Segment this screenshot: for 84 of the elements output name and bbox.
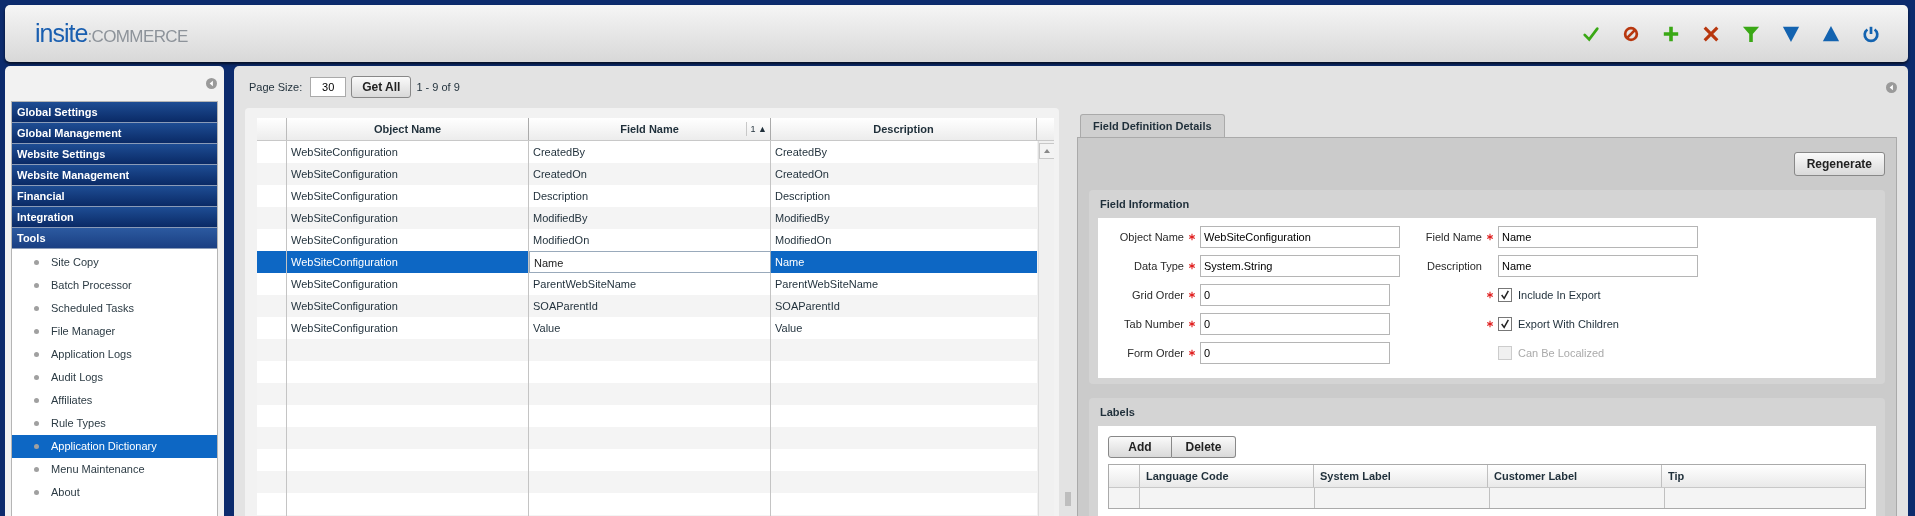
- grid-row[interactable]: WebSiteConfiguration CreatedBy CreatedBy: [257, 141, 1037, 163]
- add-icon[interactable]: [1662, 24, 1680, 43]
- get-all-button[interactable]: Get All: [351, 76, 412, 98]
- grid-row[interactable]: WebSiteConfiguration Description Description: [257, 185, 1037, 207]
- field-label: Tab Number: [1123, 318, 1184, 330]
- column-header[interactable]: Language Code: [1140, 465, 1314, 487]
- column-header[interactable]: Description: [771, 118, 1037, 140]
- input-field[interactable]: 0: [1200, 342, 1390, 364]
- filter-icon[interactable]: [1742, 24, 1760, 43]
- field-label: Description: [1425, 260, 1482, 272]
- menu-item[interactable]: Audit Logs: [12, 366, 217, 389]
- input-field[interactable]: Name: [1498, 226, 1698, 248]
- regenerate-button[interactable]: Regenerate: [1793, 152, 1885, 176]
- field-label: Grid Order: [1131, 289, 1184, 301]
- menu-section[interactable]: Tools: [12, 228, 217, 249]
- toolbar-button[interactable]: Add: [1108, 436, 1172, 458]
- input-field[interactable]: System.String: [1200, 255, 1400, 277]
- menu-item[interactable]: Site Copy: [12, 251, 217, 274]
- table-cell-text: CreatedBy: [774, 145, 828, 160]
- table-cell-text: ModifiedBy: [774, 211, 831, 226]
- collapse-icon[interactable]: [1886, 81, 1897, 93]
- menu-item[interactable]: Application Dictionary: [12, 435, 217, 458]
- grid-row[interactable]: WebSiteConfiguration ParentWebSiteName ParentWebSiteName: [257, 273, 1037, 295]
- scroll-up-icon[interactable]: [1039, 143, 1054, 159]
- checkbox[interactable]: [1498, 317, 1512, 331]
- grid-row[interactable]: WebSiteConfiguration Value Value: [257, 317, 1037, 339]
- column-header[interactable]: System Label: [1314, 465, 1488, 487]
- input-field[interactable]: 0: [1200, 313, 1390, 335]
- panel-title: Field Information: [1099, 197, 1191, 212]
- field-label: Object Name: [1118, 231, 1184, 243]
- page-size-label: Page Size:: [249, 81, 303, 93]
- splitter-grip-icon[interactable]: [1065, 492, 1071, 506]
- panel-title: Labels: [1099, 405, 1136, 420]
- input-field[interactable]: 0: [1200, 284, 1390, 306]
- menu-item[interactable]: Scheduled Tasks: [12, 297, 217, 320]
- menu-item[interactable]: Application Logs: [12, 343, 217, 366]
- menu-section[interactable]: Integration: [12, 207, 217, 228]
- checkbox-label: Include In Export: [1518, 289, 1601, 301]
- column-header[interactable]: Customer Label: [1488, 465, 1662, 487]
- check-icon[interactable]: [1582, 24, 1600, 43]
- menu-item[interactable]: Batch Processor: [12, 274, 217, 297]
- menu-item[interactable]: Rule Types: [12, 412, 217, 435]
- record-range: 1 - 9 of 9: [416, 81, 460, 93]
- table-cell-text: ParentWebSiteName: [774, 277, 880, 292]
- collapse-icon[interactable]: [206, 78, 217, 89]
- grid-row[interactable]: WebSiteConfiguration Name Name: [257, 251, 1037, 273]
- table-cell-text: Name: [774, 255, 806, 270]
- triangle-up-icon[interactable]: [1822, 24, 1840, 43]
- cancel-icon[interactable]: [1622, 24, 1640, 43]
- toolbar-button[interactable]: Delete: [1172, 436, 1236, 458]
- scrollbar[interactable]: [1038, 141, 1054, 516]
- table-cell-text: SOAParentId: [774, 299, 841, 314]
- table-cell-text: Value: [774, 321, 804, 336]
- input-field[interactable]: Name: [1498, 255, 1698, 277]
- page-size-field[interactable]: 30: [310, 77, 347, 97]
- field-label: Form Order: [1126, 347, 1184, 359]
- menu-item[interactable]: Affiliates: [12, 389, 217, 412]
- table-cell-text: CreatedOn: [774, 167, 830, 182]
- menu-item[interactable]: File Manager: [12, 320, 217, 343]
- menu-section[interactable]: Global Settings: [12, 102, 217, 123]
- menu-section[interactable]: Financial: [12, 186, 217, 207]
- column-header[interactable]: Tip: [1662, 465, 1865, 487]
- column-header[interactable]: Object Name: [287, 118, 529, 140]
- checkbox-label: Can Be Localized: [1518, 347, 1605, 359]
- table-cell-text: ModifiedOn: [774, 233, 833, 248]
- field-label: Field Name: [1424, 231, 1482, 243]
- delete-icon[interactable]: [1702, 24, 1720, 43]
- menu-item[interactable]: About: [12, 481, 217, 504]
- power-icon[interactable]: [1862, 24, 1880, 43]
- checkbox[interactable]: [1498, 288, 1512, 302]
- menu-item[interactable]: Menu Maintenance: [12, 458, 217, 481]
- table-cell: Name: [529, 251, 771, 273]
- menu-section[interactable]: Website Settings: [12, 144, 217, 165]
- input-field[interactable]: WebSiteConfiguration: [1200, 226, 1400, 248]
- table-cell-text: Description: [774, 189, 832, 204]
- column-header[interactable]: Field Name 1 ▲: [529, 118, 771, 140]
- field-label: Data Type: [1133, 260, 1184, 272]
- menu-section[interactable]: Global Management: [12, 123, 217, 144]
- tab[interactable]: Field Definition Details: [1080, 114, 1225, 137]
- menu-section[interactable]: Website Management: [12, 165, 217, 186]
- checkbox-label: Export With Children: [1518, 318, 1619, 330]
- grid-row[interactable]: WebSiteConfiguration ModifiedOn ModifiedOn: [257, 229, 1037, 251]
- logo: insite:COMMERCE: [35, 19, 188, 48]
- triangle-down-icon[interactable]: [1782, 24, 1800, 43]
